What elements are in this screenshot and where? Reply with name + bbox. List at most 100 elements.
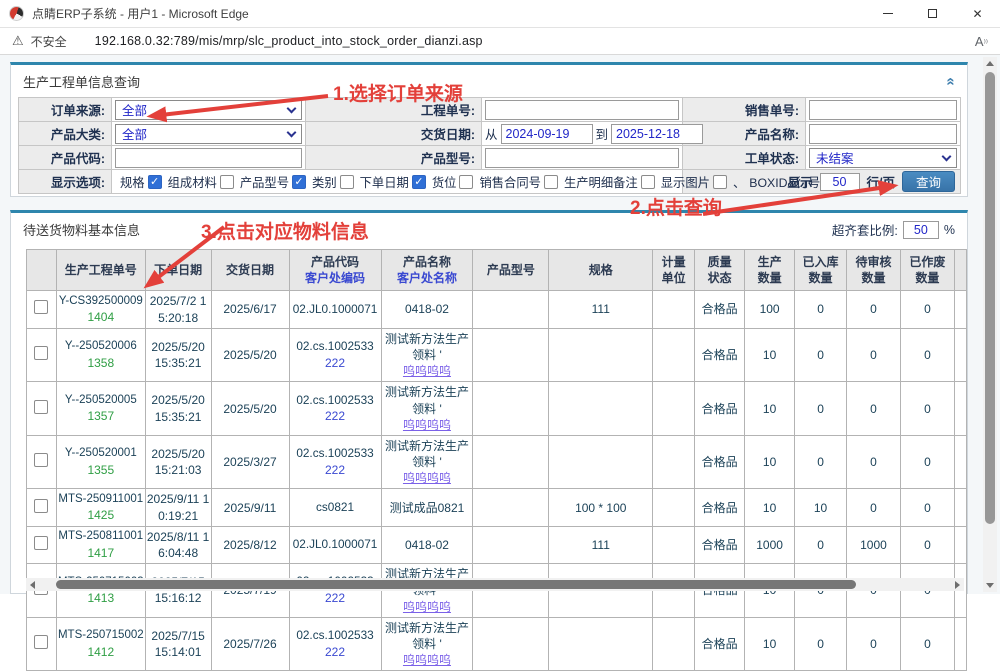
minimize-button[interactable]	[865, 0, 910, 27]
work-order-id: 1425	[58, 507, 144, 523]
product-name: 测试新方法生产领料 '	[383, 438, 472, 470]
display-option[interactable]: 生产明细备注	[564, 173, 655, 191]
work-order-number[interactable]: Y--250520006	[58, 339, 144, 355]
customer-name-link[interactable]: 呜呜呜呜	[383, 599, 472, 615]
vertical-scrollbar[interactable]	[983, 57, 997, 592]
display-option[interactable]: 货位	[432, 173, 474, 191]
customer-name-link[interactable]: 呜呜呜呜	[383, 652, 472, 668]
quality-status-cell: 合格品	[695, 291, 745, 328]
horizontal-scrollbar[interactable]	[26, 578, 964, 591]
row-checkbox[interactable]	[34, 346, 48, 360]
work-order-number[interactable]: MTS-250715002	[58, 628, 144, 644]
column-header-line2: 单位	[654, 270, 693, 286]
product-model-cell	[473, 526, 549, 563]
production-qty-cell: 100	[745, 291, 795, 328]
work-order-number[interactable]: Y--250520001	[58, 446, 144, 462]
work-order-number[interactable]: Y--250520005	[58, 393, 144, 409]
work-order-number[interactable]: Y-CS392500009	[58, 294, 144, 310]
checkbox-icon[interactable]	[641, 175, 655, 189]
maximize-button[interactable]	[910, 0, 955, 27]
checkbox-icon[interactable]	[292, 175, 306, 189]
sales-order-no-input[interactable]	[809, 100, 957, 120]
spec-cell	[549, 617, 653, 671]
product-name: 测试新方法生产领料 '	[383, 620, 472, 652]
voided-qty-cell: 0	[900, 526, 954, 563]
display-option[interactable]: 组成材料	[168, 173, 234, 191]
over-kit-ratio-input[interactable]	[903, 221, 939, 239]
query-button[interactable]: 查询	[902, 171, 955, 192]
work-order-id: 1357	[58, 408, 144, 424]
work-order-cell[interactable]: MTS-2507150021412	[56, 617, 145, 671]
display-option[interactable]: 规格	[120, 173, 162, 191]
display-option[interactable]: 下单日期	[360, 173, 426, 191]
row-checkbox[interactable]	[34, 300, 48, 314]
product-code: 02.cs.1002533	[291, 628, 380, 644]
collapse-section-icon[interactable]	[947, 73, 955, 91]
wo-status-select[interactable]: 未结案	[809, 148, 957, 168]
order-date-cell: 2025/5/20 15:21:03	[145, 435, 211, 489]
checkbox-icon[interactable]	[148, 175, 162, 189]
work-order-number[interactable]: MTS-250911001	[58, 492, 144, 508]
row-checkbox[interactable]	[34, 453, 48, 467]
order-source-select[interactable]: 全部	[115, 100, 302, 120]
product-code-input[interactable]	[115, 148, 302, 168]
product-category-label: 产品大类:	[19, 122, 112, 146]
work-order-cell[interactable]: Y--2505200061358	[56, 328, 145, 382]
checkbox-icon[interactable]	[459, 175, 473, 189]
column-header-line1: 计量	[654, 254, 693, 270]
work-order-number[interactable]: MTS-250811001	[58, 529, 144, 545]
customer-name-link[interactable]: 呜呜呜呜	[383, 363, 472, 379]
display-option[interactable]: 销售合同号	[479, 173, 558, 191]
url-text[interactable]: 192.168.0.32:789/mis/mrp/slc_product_int…	[95, 34, 483, 48]
order-date-cell: 2025/8/11 16:04:48	[145, 526, 211, 563]
work-order-cell[interactable]: MTS-2509110011425	[56, 489, 145, 526]
close-button[interactable]	[955, 0, 1000, 27]
row-checkbox[interactable]	[34, 635, 48, 649]
work-order-cell[interactable]: Y--2505200051357	[56, 382, 145, 436]
work-order-cell[interactable]: Y--2505200011355	[56, 435, 145, 489]
scroll-right-icon[interactable]	[955, 581, 960, 589]
delivery-date-from-input[interactable]	[501, 124, 593, 144]
unit-cell	[653, 617, 695, 671]
delivery-date-cell: 2025/9/11	[211, 489, 289, 526]
work-order-no-input[interactable]	[485, 100, 679, 120]
page-size-input[interactable]	[820, 173, 860, 191]
product-name: 0418-02	[383, 537, 472, 553]
product-model-input[interactable]	[485, 148, 679, 168]
display-option[interactable]: 显示图片	[661, 173, 727, 191]
display-option[interactable]: 产品型号	[240, 173, 306, 191]
materials-header-row: 生产工程单号下单日期交货日期产品代码客户处编码产品名称客户处名称产品型号规格计量…	[27, 250, 967, 291]
product-code-label: 产品代码:	[19, 146, 112, 170]
checkbox-icon[interactable]	[544, 175, 558, 189]
work-order-cell[interactable]: Y-CS3925000091404	[56, 291, 145, 328]
scroll-left-icon[interactable]	[30, 581, 35, 589]
window-title: 点睛ERP子系统 - 用户1 - Microsoft Edge	[32, 5, 249, 22]
product-category-select[interactable]: 全部	[115, 124, 302, 144]
checkbox-icon[interactable]	[220, 175, 234, 189]
chevron-down-icon	[287, 127, 297, 137]
customer-name-link[interactable]: 呜呜呜呜	[383, 417, 472, 433]
display-option[interactable]: 类别	[312, 173, 354, 191]
table-row: Y--25052000113552025/5/20 15:21:032025/3…	[27, 435, 967, 489]
horizontal-scrollbar-thumb[interactable]	[56, 580, 856, 589]
row-checkbox[interactable]	[34, 499, 48, 513]
checkbox-icon[interactable]	[340, 175, 354, 189]
checkbox-icon[interactable]	[713, 175, 727, 189]
delivery-date-to-input[interactable]	[611, 124, 703, 144]
unit-cell	[653, 526, 695, 563]
checkbox-icon[interactable]	[412, 175, 426, 189]
vertical-scrollbar-thumb[interactable]	[985, 72, 995, 524]
product-name-input[interactable]	[809, 124, 957, 144]
chevron-down-icon	[942, 151, 952, 161]
scroll-down-icon[interactable]	[986, 583, 994, 588]
voided-qty-cell: 0	[900, 291, 954, 328]
table-row: Y--25052000613582025/5/20 15:35:212025/5…	[27, 328, 967, 382]
scroll-up-icon[interactable]	[986, 61, 994, 66]
page-size-unit: 行/页	[867, 172, 895, 191]
work-order-cell[interactable]: MTS-2508110011417	[56, 526, 145, 563]
row-checkbox[interactable]	[34, 400, 48, 414]
product-model-cell	[473, 435, 549, 489]
customer-name-link[interactable]: 呜呜呜呜	[383, 470, 472, 486]
row-checkbox[interactable]	[34, 536, 48, 550]
read-aloud-icon[interactable]: A	[975, 34, 988, 49]
